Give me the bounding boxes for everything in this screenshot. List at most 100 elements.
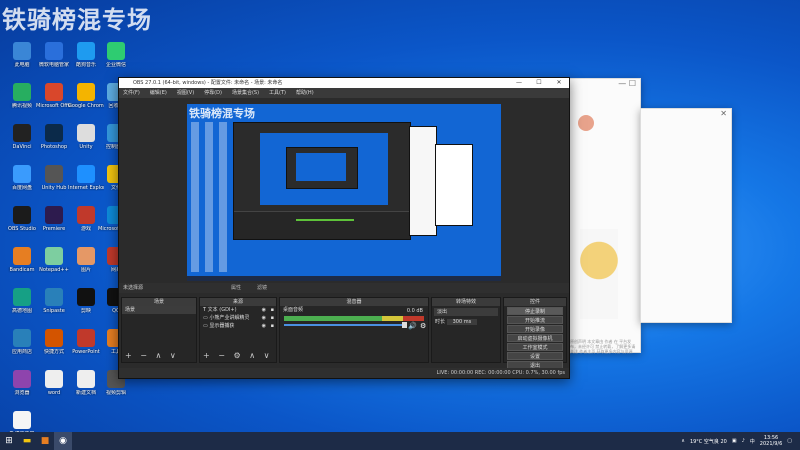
desktop-icon[interactable]: 腾讯视频 [4,83,40,121]
menu-file[interactable]: 文件(F) [123,88,140,98]
lock-icon[interactable]: ▪ [271,323,274,329]
volume-meter [284,316,424,321]
menu-help[interactable]: 帮助(H) [296,88,314,98]
source-item[interactable]: ▭ 显示器捕获 ◉ ▪ [200,322,276,330]
bandicam-icon [13,247,31,265]
desktop-icon[interactable]: 微软电脑管家 [36,42,72,80]
lock-icon[interactable]: ▪ [271,307,274,313]
menu-tools[interactable]: 工具(T) [269,88,286,98]
lock-icon[interactable]: ▪ [271,315,274,321]
scenes-dock: 场景 场景 + − ∧ ∨ [121,297,197,363]
desktop-icon-label: 高德地图 [11,308,32,314]
article-text: 原创声明 本文章由 作者 在 平台发布，未经许可 禁止转载，了解更多请关注 作者… [570,339,636,354]
obs-preview-canvas[interactable]: 铁骑榜混专场 [187,104,501,281]
volume-icon[interactable]: ♪ [742,438,745,444]
desktop-icon[interactable]: 此电脑 [4,42,40,80]
speaker-icon[interactable]: 🔊 [408,322,417,330]
clock[interactable]: 13:56 2021/9/6 [760,435,782,447]
menu-edit[interactable]: 编辑(E) [150,88,167,98]
network-icon[interactable]: ▣ [732,438,737,444]
filters-button[interactable]: 滤镜 [257,283,267,293]
desktop-icon[interactable]: 浏览器 [4,370,40,408]
desktop-icon-label: 快捷方式 [43,349,64,355]
desktop-icon-label: Bandicam [9,267,35,273]
transition-select[interactable]: 淡出 [434,308,498,316]
desktop-icon[interactable]: 快捷方式 [36,329,72,367]
visibility-eye-icon[interactable]: ◉ [262,315,266,321]
desktop-icon[interactable]: word [36,370,72,408]
desktop-icon[interactable]: Premiere [36,206,72,244]
window-titlebar: — ☐ [566,79,640,93]
dock-header: 场景 [122,298,196,306]
input-method-icon[interactable]: 中 [750,438,755,445]
start-stream-button[interactable]: 开始推流 [507,316,563,324]
start-recording-button[interactable]: 开始录像 [507,325,563,333]
desktop-icon-label: 此电脑 [14,62,30,68]
sources-dock: 来源 T 文本 (GDI+) ◉ ▪ ▭ 小熊产业讲解精灵 ◉ ▪ ▭ 显示器捕获 ◉ ▪ … [199,297,277,363]
desktop-icon[interactable]: DaVinci [4,124,40,162]
mixer-gear-icon[interactable]: ⚙ [420,322,426,330]
settings-button[interactable]: 设置 [507,352,563,360]
notification-icon[interactable]: ▢ [787,438,792,444]
volume-slider[interactable] [284,322,407,328]
menu-view[interactable]: 视图(V) [177,88,194,98]
link-icon [45,329,63,347]
minimize-icon[interactable]: — [618,79,626,88]
word-icon [45,370,63,388]
menu-dock[interactable]: 停靠(D) [204,88,222,98]
nested-bg-window-2 [435,144,473,226]
visibility-eye-icon[interactable]: ◉ [262,323,266,329]
desktop-icon[interactable]: Bandicam [4,247,40,285]
scene-item[interactable]: 场景 [122,306,196,314]
obs-menubar: 文件(F) 编辑(E) 视图(V) 停靠(D) 场景集合(S) 工具(T) 帮助… [119,88,569,98]
desktop-icon[interactable]: Microsoft Office [36,83,72,121]
pc-icon [13,42,31,60]
capcut-icon [77,288,95,306]
app-icon[interactable]: ■ [36,432,54,450]
desktop-icon[interactable]: Photoshop [36,124,72,162]
desktop-icon-label: 浏览器 [14,390,30,396]
pr-icon [45,206,63,224]
mixer-db-value: 0.0 dB [406,308,423,314]
visibility-eye-icon[interactable]: ◉ [262,307,266,313]
map-icon [13,288,31,306]
maximize-button[interactable]: ☐ [529,78,549,88]
maximize-icon[interactable]: ☐ [629,79,636,88]
desktop-icon[interactable]: Unity Hub [36,165,72,203]
source-item[interactable]: T 文本 (GDI+) ◉ ▪ [200,306,276,314]
minimize-button[interactable]: — [509,78,529,88]
studio-mode-button[interactable]: 工作室模式 [507,343,563,351]
close-button[interactable]: ✕ [549,78,569,88]
obs-status-bar: LIVE: 00:00:00 REC: 00:00:00 CPU: 0.7%, … [119,368,569,378]
properties-button[interactable]: 属性 [231,283,241,293]
obs-taskbar-icon[interactable]: ◉ [54,432,72,450]
desktop-icon[interactable]: 高德地图 [4,288,40,326]
background-window-browser[interactable]: — ☐ 原创声明 本文章由 作者 在 平台发布，未经许可 禁止转载，了解更多请关… [565,78,641,354]
menu-scene-collection[interactable]: 场景集合(S) [232,88,259,98]
obs-icon [13,206,31,224]
virtual-camera-button[interactable]: 启动虚拟摄像机 [507,334,563,342]
browser-icon [13,370,31,388]
dock-footer[interactable]: + − ∧ ∨ [125,351,179,360]
dock-footer[interactable]: + − ⚙ ∧ ∨ [203,351,272,360]
close-icon[interactable]: ✕ [720,109,727,118]
desktop-icon[interactable]: Notepad++ [36,247,72,285]
weather-status[interactable]: 19°C 空气良 20 [690,438,727,445]
desktop-icon[interactable]: 应用商店 [4,329,40,367]
background-window-blank[interactable]: ✕ [640,108,732,323]
desktop-icon[interactable]: 百度网盘 [4,165,40,203]
desktop-icon[interactable]: OBS Studio [4,206,40,244]
stop-recording-button[interactable]: 停止录制 [507,307,563,315]
desktop-icon[interactable]: 企业微信 [98,42,134,80]
windows-start-icon[interactable]: ⊞ [0,432,18,450]
obs-title-text: OBS 27.0.1 (64-bit, windows) - 配置文件: 未命名… [133,80,283,86]
unity-icon [77,124,95,142]
obs-window[interactable]: OBS 27.0.1 (64-bit, windows) - 配置文件: 未命名… [118,77,570,379]
chevron-up-icon[interactable]: ∧ [681,438,685,444]
source-item[interactable]: ▭ 小熊产业讲解精灵 ◉ ▪ [200,314,276,322]
duration-input[interactable]: 300 ms [446,319,478,325]
snip-icon [45,288,63,306]
explorer-icon[interactable]: ▬ [18,432,36,450]
preview-taskbar [187,276,501,281]
desktop-icon[interactable]: Snipaste [36,288,72,326]
